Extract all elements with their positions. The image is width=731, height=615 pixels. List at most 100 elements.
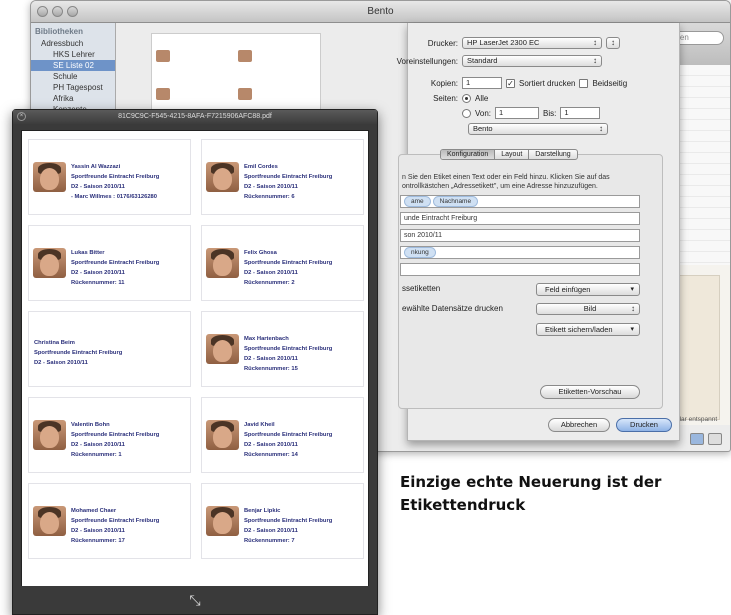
label-card: Benjar Lipkic Sportfreunde Eintracht Frei… bbox=[201, 483, 364, 559]
library-item-adressbuch[interactable]: Adressbuch bbox=[31, 38, 115, 49]
pages-from-label: Von: bbox=[475, 108, 492, 118]
library-item-se-liste[interactable]: SE Liste 02 bbox=[31, 60, 115, 71]
label-tabs: Konfiguration Layout Darstellung bbox=[440, 149, 578, 160]
pages-all-row: Seiten: Alle bbox=[414, 94, 488, 103]
library-item-ph-tagespost[interactable]: PH Tagespost bbox=[31, 82, 115, 93]
label-text: Mohamed Chaer Sportfreunde Eintracht Frei… bbox=[71, 508, 160, 544]
label-line-4[interactable]: nkung bbox=[400, 246, 640, 259]
label-hint-text: n Sie den Etiket einen Text oder ein Fel… bbox=[402, 174, 610, 190]
app-options-popup[interactable]: Bento bbox=[468, 123, 608, 135]
label-text: Benjar Lipkic Sportfreunde Eintracht Frei… bbox=[244, 508, 333, 544]
save-load-label-popup[interactable]: Etikett sichern/laden bbox=[536, 323, 640, 336]
library-item-schule[interactable]: Schule bbox=[31, 71, 115, 82]
printer-popup[interactable]: HP LaserJet 2300 EC bbox=[462, 37, 602, 49]
image-popup[interactable]: Bild bbox=[536, 303, 640, 315]
window-title: Bento bbox=[367, 6, 394, 17]
bento-titlebar: Bento bbox=[31, 1, 730, 23]
caption: Einzige echte Neuerung ist der Etiketten… bbox=[400, 473, 662, 514]
library-item-afrika[interactable]: Afrika bbox=[31, 93, 115, 104]
player-photo bbox=[206, 248, 239, 278]
label-card: Javid Kheil Sportfreunde Eintracht Freibu… bbox=[201, 397, 364, 473]
form-view-icon[interactable] bbox=[708, 433, 722, 445]
label-line-5[interactable] bbox=[400, 263, 640, 276]
player-photo bbox=[206, 506, 239, 536]
print-sheet: Drucker: HP LaserJet 2300 EC Voreinstell… bbox=[397, 23, 680, 441]
duplex-checkbox[interactable] bbox=[579, 78, 589, 88]
player-photo bbox=[33, 162, 66, 192]
player-photo bbox=[33, 420, 66, 450]
label-text: Lukas Bitter Sportfreunde Eintracht Freib… bbox=[71, 250, 160, 286]
player-photo bbox=[206, 162, 239, 192]
player-photo bbox=[206, 420, 239, 450]
label-card: Yassin Al Wazzazi Sportfreunde Eintracht … bbox=[28, 139, 191, 215]
pdf-toolbar: ⤡ bbox=[13, 586, 377, 614]
pages-to-input[interactable]: 1 bbox=[560, 107, 601, 119]
label-card: Christina Beim Sportfreunde Eintracht Fre… bbox=[28, 311, 191, 387]
pdf-title: 81C9C9C-F545-4215-8AFA-F7215906AFC88.pdf bbox=[118, 113, 272, 120]
player-photo bbox=[206, 334, 239, 364]
label-text: Yassin Al Wazzazi Sportfreunde Eintracht … bbox=[71, 164, 160, 200]
address-label-text: ssetiketten bbox=[402, 284, 441, 293]
label-config-box bbox=[398, 154, 663, 409]
pages-all-label: Alle bbox=[475, 94, 489, 103]
window-controls bbox=[37, 6, 78, 17]
zoom-window-button[interactable] bbox=[67, 6, 78, 17]
copies-input[interactable]: 1 bbox=[462, 77, 502, 89]
collated-checkbox[interactable]: ✓ bbox=[506, 78, 515, 88]
player-photo bbox=[33, 506, 66, 536]
label-card: Valentin Bohn Sportfreunde Eintracht Frei… bbox=[28, 397, 191, 473]
label-line-1[interactable]: ame Nachname bbox=[400, 195, 640, 208]
minimize-window-button[interactable] bbox=[52, 6, 63, 17]
player-photo bbox=[33, 248, 66, 278]
collated-label: Sortiert drucken bbox=[519, 78, 576, 88]
pages-all-radio[interactable] bbox=[462, 94, 471, 103]
presets-row: Voreinstellungen: Standard bbox=[378, 55, 602, 67]
tab-layout[interactable]: Layout bbox=[495, 150, 530, 159]
pages-range-radio[interactable] bbox=[462, 108, 471, 118]
printer-label: Drucker: bbox=[427, 38, 458, 48]
library-header: Bibliotheken bbox=[35, 27, 84, 36]
printer-row: Drucker: HP LaserJet 2300 EC bbox=[408, 37, 620, 49]
pdf-titlebar: × 81C9C9C-F545-4215-8AFA-F7215906AFC88.p… bbox=[13, 110, 377, 124]
selected-records-text: ewählte Datensätze drucken bbox=[402, 304, 503, 313]
field-token-bemerkung[interactable]: nkung bbox=[404, 247, 436, 258]
close-window-button[interactable] bbox=[37, 6, 48, 17]
address-label-row: ssetiketten bbox=[402, 284, 440, 293]
field-token-vorname[interactable]: ame bbox=[404, 196, 431, 207]
copies-row: Kopien: 1 ✓ Sortiert drucken Beidseitig bbox=[414, 77, 627, 89]
library-item-hks-lehrer[interactable]: HKS Lehrer bbox=[31, 49, 115, 60]
label-text: Christina Beim Sportfreunde Eintracht Fre… bbox=[34, 340, 123, 366]
duplex-label: Beidseitig bbox=[592, 78, 628, 88]
pages-from-input[interactable]: 1 bbox=[495, 107, 540, 119]
pdf-page: Yassin Al Wazzazi Sportfreunde Eintracht … bbox=[21, 130, 369, 588]
label-text: Emil Cordes Sportfreunde Eintracht Freibu… bbox=[244, 164, 333, 200]
label-card: Felix Ghosa Sportfreunde Eintracht Freibu… bbox=[201, 225, 364, 301]
pages-range-row: Von: 1 Bis: 1 bbox=[462, 107, 601, 119]
close-icon[interactable]: × bbox=[17, 112, 26, 121]
selected-records-row: ewählte Datensätze drucken bbox=[402, 304, 503, 313]
label-preview-button[interactable]: Etiketten-Vorschau bbox=[540, 385, 640, 399]
fullscreen-icon[interactable]: ⤡ bbox=[189, 592, 200, 609]
pages-label: Seiten: bbox=[433, 94, 458, 103]
copies-label: Kopien: bbox=[430, 78, 458, 88]
tab-darstellung[interactable]: Darstellung bbox=[529, 150, 576, 159]
disclosure-button[interactable] bbox=[606, 37, 620, 49]
grid-view-icon[interactable] bbox=[690, 433, 704, 445]
cancel-button[interactable]: Abbrechen bbox=[548, 418, 610, 432]
print-button[interactable]: Drucken bbox=[616, 418, 672, 432]
tab-konfiguration[interactable]: Konfiguration bbox=[441, 150, 496, 159]
presets-popup[interactable]: Standard bbox=[462, 55, 602, 67]
label-text: Max Hartenbach Sportfreunde Eintracht Fre… bbox=[244, 336, 333, 372]
label-line-3[interactable]: son 2010/11 bbox=[400, 229, 640, 242]
label-text: Felix Ghosa Sportfreunde Eintracht Freibu… bbox=[244, 250, 333, 286]
label-card: Lukas Bitter Sportfreunde Eintracht Freib… bbox=[28, 225, 191, 301]
pages-to-label: Bis: bbox=[543, 108, 557, 118]
label-card: Emil Cordes Sportfreunde Eintracht Freibu… bbox=[201, 139, 364, 215]
field-token-nachname[interactable]: Nachname bbox=[432, 196, 479, 207]
label-card: Mohamed Chaer Sportfreunde Eintracht Frei… bbox=[28, 483, 191, 559]
label-line-2[interactable]: unde Eintracht Freiburg bbox=[400, 212, 640, 225]
presets-label: Voreinstellungen: bbox=[396, 56, 458, 66]
insert-field-popup[interactable]: Feld einfügen bbox=[536, 283, 640, 296]
label-text: Valentin Bohn Sportfreunde Eintracht Frei… bbox=[71, 422, 160, 458]
label-text: Javid Kheil Sportfreunde Eintracht Freibu… bbox=[244, 422, 333, 458]
